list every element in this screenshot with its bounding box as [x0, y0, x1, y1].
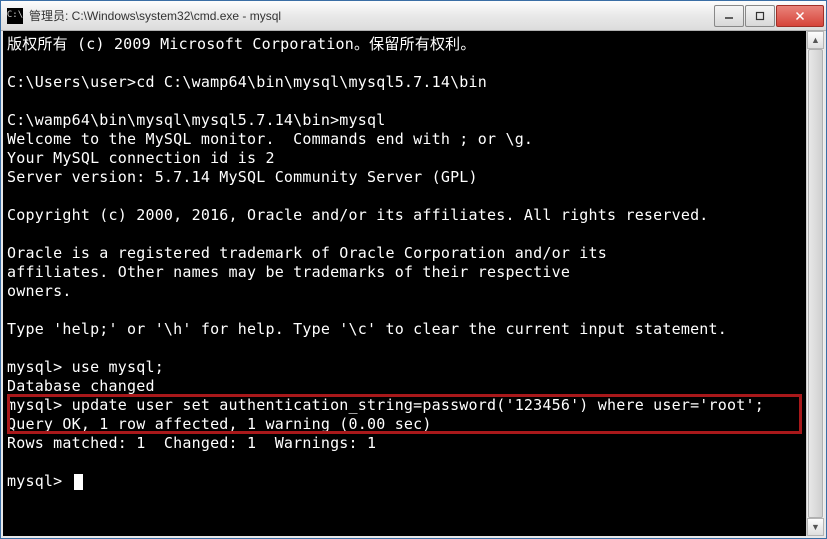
terminal-line: mysql> [7, 472, 820, 491]
terminal-line [7, 301, 820, 320]
terminal-line: affiliates. Other names may be trademark… [7, 263, 820, 282]
maximize-icon [755, 11, 765, 21]
terminal-line: Copyright (c) 2000, 2016, Oracle and/or … [7, 206, 820, 225]
close-icon [795, 11, 805, 21]
terminal-line: Your MySQL connection id is 2 [7, 149, 820, 168]
terminal-line: Type 'help;' or '\h' for help. Type '\c'… [7, 320, 820, 339]
window-controls [713, 5, 824, 27]
terminal-line: Oracle is a registered trademark of Orac… [7, 244, 820, 263]
cmd-icon-label: C:\ [7, 11, 23, 20]
scrollbar[interactable]: ▲ ▼ [806, 31, 824, 536]
cmd-window: C:\ 管理员: C:\Windows\system32\cmd.exe - m… [0, 0, 827, 539]
terminal-output[interactable]: 版权所有 (c) 2009 Microsoft Corporation。保留所有… [1, 31, 826, 538]
scroll-track[interactable] [807, 49, 824, 518]
terminal-line [7, 453, 820, 472]
maximize-button[interactable] [745, 5, 775, 27]
window-title: 管理员: C:\Windows\system32\cmd.exe - mysql [29, 7, 713, 24]
terminal-line [7, 54, 820, 73]
terminal-line: 版权所有 (c) 2009 Microsoft Corporation。保留所有… [7, 35, 820, 54]
terminal-line [7, 339, 820, 358]
scroll-down-button[interactable]: ▼ [807, 518, 824, 536]
terminal-line: C:\Users\user>cd C:\wamp64\bin\mysql\mys… [7, 73, 820, 92]
terminal-line: Query OK, 1 row affected, 1 warning (0.0… [7, 415, 820, 434]
close-button[interactable] [776, 5, 824, 27]
cmd-icon: C:\ [7, 8, 23, 24]
terminal-line: Welcome to the MySQL monitor. Commands e… [7, 130, 820, 149]
terminal-line: mysql> use mysql; [7, 358, 820, 377]
terminal-line: owners. [7, 282, 820, 301]
terminal-line: mysql> update user set authentication_st… [7, 396, 820, 415]
terminal-line [7, 225, 820, 244]
scroll-up-button[interactable]: ▲ [807, 31, 824, 49]
terminal-line: C:\wamp64\bin\mysql\mysql5.7.14\bin>mysq… [7, 111, 820, 130]
cursor [74, 474, 83, 490]
minimize-icon [724, 11, 734, 21]
terminal-line: Rows matched: 1 Changed: 1 Warnings: 1 [7, 434, 820, 453]
terminal-line: Database changed [7, 377, 820, 396]
terminal-line [7, 187, 820, 206]
terminal-line: Server version: 5.7.14 MySQL Community S… [7, 168, 820, 187]
terminal-line [7, 92, 820, 111]
titlebar[interactable]: C:\ 管理员: C:\Windows\system32\cmd.exe - m… [1, 1, 826, 31]
minimize-button[interactable] [714, 5, 744, 27]
scroll-thumb[interactable] [808, 49, 823, 518]
